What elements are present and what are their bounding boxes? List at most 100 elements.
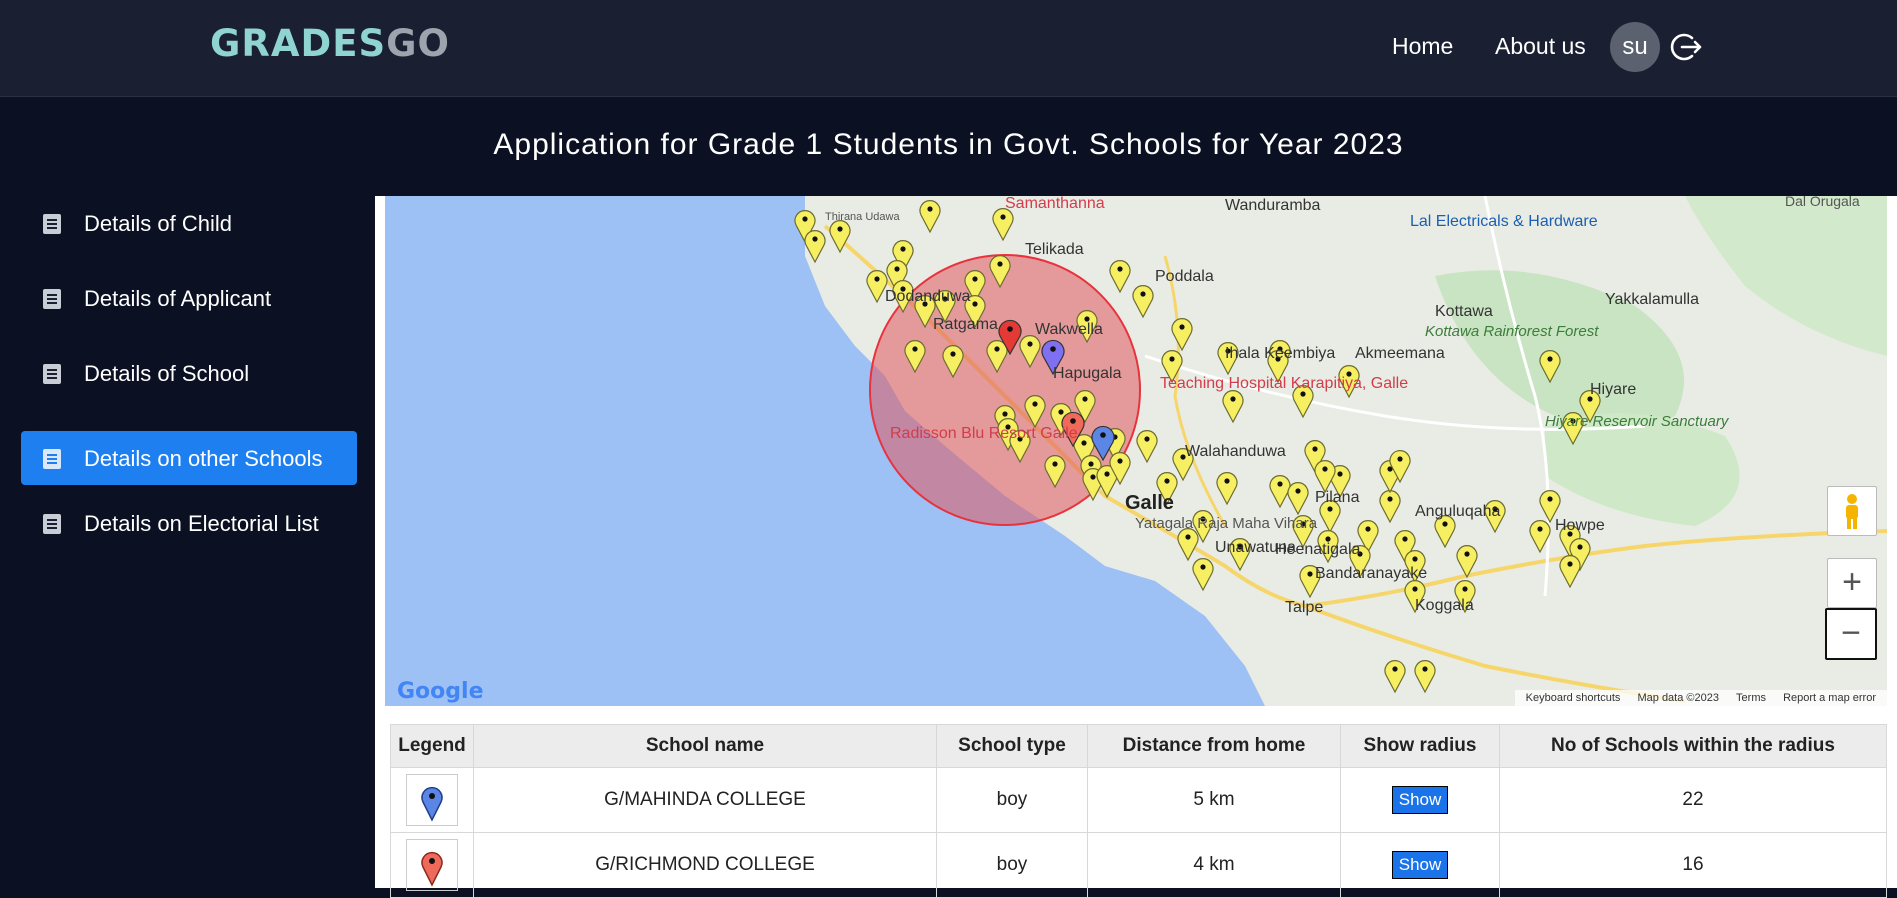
report-map-error-link[interactable]: Report a map error [1783,692,1876,704]
school-pin-dot [927,206,933,212]
logout-icon[interactable] [1670,30,1704,64]
sidebar-item-school[interactable]: Details of School [21,346,357,400]
school-pin-dot [1000,214,1006,220]
pin-dot [1007,326,1013,332]
school-name-cell: G/MAHINDA COLLEGE [473,767,937,833]
school-pin-dot [1144,436,1150,442]
map-label: Ratgama [933,316,998,333]
school-pin-dot [1537,526,1543,532]
school-pin-dot [1082,396,1088,402]
map-label: Radisson Blu Resort Galle [890,425,1078,442]
map-canvas[interactable]: Wanduramba Telikada Poddala Dodanduwa Ra… [385,196,1887,706]
school-pin-dot [1179,324,1185,330]
school-pin-dot [874,276,880,282]
map-label: Howpe [1555,517,1605,534]
map-label: Kottawa [1435,303,1493,320]
sidebar: Details of Child Details of Applicant De… [0,196,375,888]
school-type-cell: boy [936,767,1088,833]
school-pin-dot [1200,564,1206,570]
table-header-row: Legend School name School type Distance … [390,724,1887,768]
keyboard-shortcuts-link[interactable]: Keyboard shortcuts [1526,692,1621,704]
school-pin-dot [1327,506,1333,512]
show-radius-button[interactable]: Show [1391,786,1449,814]
map-label: Dodanduwa [885,288,971,305]
map-label: Lal Electricals & Hardware [1410,213,1598,230]
sidebar-item-applicant[interactable]: Details of Applicant [21,271,357,325]
school-pin-dot [1442,521,1448,527]
school-map[interactable]: Wanduramba Telikada Poddala Dodanduwa Ra… [385,196,1887,706]
sidebar-item-child[interactable]: Details of Child [21,196,357,250]
school-pin-dot [1104,471,1110,477]
map-label: Wakwella [1035,321,1103,338]
document-icon [43,289,61,309]
school-pin-dot [1307,571,1313,577]
school-pin-dot [1052,461,1058,467]
school-pin-dot [1032,401,1038,407]
school-pin-dot [894,266,900,272]
map-label: Bandaranayake [1315,565,1427,582]
document-icon [43,364,61,384]
school-pin-dot [1402,536,1408,542]
map-label: Yatagala Raja Maha Vihara [1135,515,1318,532]
google-logo: Google [397,679,484,704]
terms-link[interactable]: Terms [1736,692,1766,704]
main-content: Wanduramba Telikada Poddala Dodanduwa Ra… [375,196,1897,898]
red-pin-icon [421,851,443,887]
sidebar-item-electorial-list[interactable]: Details on Electorial List [21,496,357,550]
column-header-schools-count: No of Schools within the radius [1499,724,1887,768]
nav-about-link[interactable]: About us [1495,33,1586,60]
map-label: Ihala Keembiya [1225,345,1335,362]
blue-pin-icon [421,786,443,822]
document-icon [43,514,61,534]
schools-count-cell: 22 [1499,767,1887,833]
map-label: Telikada [1025,241,1084,258]
column-header-school-name: School name [473,724,937,768]
school-pin-dot [1567,561,1573,567]
sidebar-item-label: Details on other Schools [84,446,323,471]
map-label: Kottawa Rainforest Forest [1425,323,1599,340]
map-label: Talpe [1285,599,1323,616]
school-pin-dot [1322,466,1328,472]
zoom-in-button[interactable]: + [1827,558,1877,608]
sidebar-item-label: Details of School [84,361,250,386]
school-pin-dot [1547,496,1553,502]
street-view-pegman[interactable] [1827,486,1877,536]
legend-cell [390,767,474,833]
logo[interactable]: GRADESGO [210,22,450,65]
school-pin-dot [1224,478,1230,484]
document-icon [43,214,61,234]
map-label: Pilana [1315,489,1360,506]
school-pin-dot [1140,291,1146,297]
nav-home-link[interactable]: Home [1392,33,1453,60]
school-pin-dot [1365,526,1371,532]
map-label: Walahanduwa [1185,443,1286,460]
school-pin-dot [1462,586,1468,592]
pegman-icon [1846,494,1858,529]
zoom-out-button[interactable]: − [1825,608,1877,660]
map-label: Dal Orugala [1785,196,1860,209]
user-avatar[interactable]: su [1610,22,1660,72]
sidebar-item-label: Details of Child [84,211,232,236]
sidebar-item-other-schools[interactable]: Details on other Schools [21,431,357,485]
sidebar-item-label: Details of Applicant [84,286,272,311]
school-pin-dot [812,236,818,242]
map-label: Wanduramba [1225,197,1321,214]
show-radius-button[interactable]: Show [1391,851,1449,879]
sidebar-item-label: Details on Electorial List [84,511,319,536]
map-attribution: Keyboard shortcuts Map data ©2023 Terms … [1514,690,1887,706]
school-pin-dot [1277,481,1283,487]
column-header-show-radius: Show radius [1340,724,1500,768]
pin-dot [1050,346,1056,352]
show-radius-cell: Show [1340,767,1500,833]
legend-pin-box [406,774,458,826]
school-pin-dot [1169,356,1175,362]
school-pin-dot [1295,488,1301,494]
school-pin-dot [1464,551,1470,557]
map-label: Heenatigala [1275,541,1361,558]
school-pin-dot [1412,586,1418,592]
school-pin-dot [1412,556,1418,562]
school-pin-dot [837,226,843,232]
school-pin-dot [912,346,918,352]
school-pin-dot [1117,266,1123,272]
school-pin-dot [802,216,808,222]
